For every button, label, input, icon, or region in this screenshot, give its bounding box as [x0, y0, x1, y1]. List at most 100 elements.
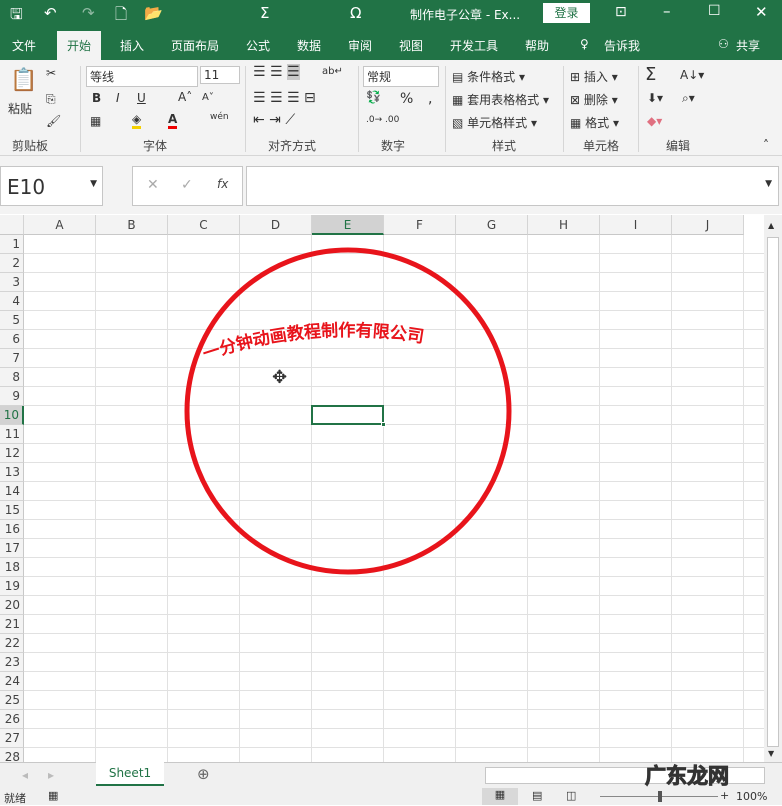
zoom-slider-thumb[interactable]: [658, 791, 662, 802]
new-file-icon[interactable]: 🗋: [115, 4, 127, 29]
paste-icon[interactable]: 📋: [10, 68, 37, 93]
decrease-font-icon[interactable]: A˅: [202, 92, 214, 103]
minimize-button[interactable]: –: [663, 2, 671, 20]
login-button[interactable]: 登录: [543, 3, 590, 23]
row-header[interactable]: 16: [0, 520, 24, 539]
next-sheet-icon[interactable]: ▸: [48, 768, 54, 782]
row-header[interactable]: 28: [0, 748, 24, 762]
tell-me-search[interactable]: 告诉我: [604, 37, 640, 54]
format-table-button[interactable]: ▦ 套用表格格式 ▾: [452, 91, 549, 108]
row-header[interactable]: 22: [0, 634, 24, 653]
tab-home[interactable]: 开始: [57, 31, 102, 63]
cell-styles-button[interactable]: ▧ 单元格样式 ▾: [452, 114, 537, 131]
prev-sheet-icon[interactable]: ◂: [22, 768, 28, 782]
copy-icon[interactable]: ⎘: [46, 92, 56, 107]
row-header[interactable]: 10: [0, 406, 24, 425]
comma-button[interactable]: ,: [428, 91, 432, 107]
find-icon[interactable]: ⌕▾: [682, 91, 695, 106]
bold-button[interactable]: B: [92, 91, 101, 105]
align-left-icon[interactable]: ☰ ☰ ☰ ⊟: [253, 90, 316, 106]
clear-icon[interactable]: ◆▾: [647, 114, 662, 128]
column-header[interactable]: B: [96, 215, 168, 235]
font-name-select[interactable]: 等线: [86, 66, 198, 87]
row-header[interactable]: 2: [0, 254, 24, 273]
selected-cell-e10[interactable]: [311, 405, 386, 427]
column-header[interactable]: F: [384, 215, 456, 235]
vertical-scrollbar[interactable]: ▲ ▼: [764, 215, 782, 762]
row-header[interactable]: 3: [0, 273, 24, 292]
font-color-icon[interactable]: A: [168, 112, 178, 129]
row-header[interactable]: 14: [0, 482, 24, 501]
column-header[interactable]: C: [168, 215, 240, 235]
paste-button[interactable]: 粘贴: [8, 100, 32, 117]
autosum-button[interactable]: Σ: [645, 64, 656, 85]
row-header[interactable]: 4: [0, 292, 24, 311]
row-header[interactable]: 24: [0, 672, 24, 691]
delete-cells-button[interactable]: ⊠ 删除 ▾: [570, 91, 618, 108]
row-header[interactable]: 7: [0, 349, 24, 368]
row-header[interactable]: 9: [0, 387, 24, 406]
currency-icon[interactable]: 💱: [366, 90, 381, 104]
save-icon[interactable]: 🖫: [10, 4, 23, 29]
enter-icon[interactable]: ✓: [181, 177, 193, 193]
row-header[interactable]: 1: [0, 235, 24, 254]
insert-cells-button[interactable]: ⊞ 插入 ▾: [570, 68, 618, 85]
collapse-ribbon-icon[interactable]: ˄: [763, 138, 769, 152]
column-header[interactable]: A: [24, 215, 96, 235]
row-header[interactable]: 5: [0, 311, 24, 330]
maximize-button[interactable]: ☐: [708, 3, 721, 19]
tab-view[interactable]: 视图: [399, 37, 423, 54]
row-header[interactable]: 8: [0, 368, 24, 387]
increase-font-icon[interactable]: A˄: [178, 90, 192, 104]
redo-icon[interactable]: ↷: [82, 4, 95, 22]
row-header[interactable]: 20: [0, 596, 24, 615]
normal-view-icon[interactable]: ▦: [482, 788, 518, 805]
open-icon[interactable]: 📂: [144, 4, 163, 22]
tab-file[interactable]: 文件: [12, 37, 36, 54]
format-cells-button[interactable]: ▦ 格式 ▾: [570, 114, 619, 131]
autosum-icon[interactable]: Σ: [260, 4, 269, 22]
ribbon-display-icon[interactable]: ⊡: [615, 4, 627, 20]
row-header[interactable]: 13: [0, 463, 24, 482]
row-header[interactable]: 17: [0, 539, 24, 558]
insert-function-button[interactable]: fx: [217, 177, 228, 191]
spreadsheet-grid[interactable]: A B C D E F G H I J 1 2 3 4 5 6 7 8 9 10 11 12 13 14 15 16 17 18 19 2…: [0, 215, 764, 762]
tab-help[interactable]: 帮助: [525, 37, 549, 54]
omega-icon[interactable]: Ω: [350, 4, 361, 22]
underline-button[interactable]: U: [137, 91, 146, 105]
row-header[interactable]: 23: [0, 653, 24, 672]
row-header[interactable]: 11: [0, 425, 24, 444]
column-header[interactable]: H: [528, 215, 600, 235]
tab-data[interactable]: 数据: [297, 37, 321, 54]
cut-icon[interactable]: ✂: [46, 66, 56, 80]
sort-filter-icon[interactable]: A↓▾: [680, 68, 704, 82]
formula-input[interactable]: ▼: [246, 166, 779, 206]
add-sheet-icon[interactable]: ⊕: [197, 765, 210, 783]
column-header[interactable]: D: [240, 215, 312, 235]
wrap-text-icon[interactable]: ab↵: [322, 66, 343, 77]
tab-developer[interactable]: 开发工具: [450, 37, 498, 54]
row-header[interactable]: 18: [0, 558, 24, 577]
border-icon[interactable]: ▦: [90, 114, 101, 128]
conditional-format-button[interactable]: ▤ 条件格式 ▾: [452, 68, 525, 85]
cancel-icon[interactable]: ✕: [147, 177, 159, 193]
tab-review[interactable]: 审阅: [348, 37, 372, 54]
row-header[interactable]: 6: [0, 330, 24, 349]
column-header[interactable]: E: [312, 215, 384, 235]
row-header[interactable]: 15: [0, 501, 24, 520]
row-header[interactable]: 21: [0, 615, 24, 634]
column-header[interactable]: G: [456, 215, 528, 235]
decimal-icons[interactable]: .0→ .00: [366, 115, 399, 125]
row-header[interactable]: 26: [0, 710, 24, 729]
row-header[interactable]: 27: [0, 729, 24, 748]
row-header[interactable]: 25: [0, 691, 24, 710]
close-button[interactable]: ✕: [755, 3, 768, 21]
italic-button[interactable]: I: [116, 91, 120, 105]
undo-icon[interactable]: ↶: [44, 4, 57, 22]
tab-page-layout[interactable]: 页面布局: [171, 37, 219, 54]
row-header[interactable]: 19: [0, 577, 24, 596]
tab-insert[interactable]: 插入: [120, 37, 144, 54]
fill-icon[interactable]: ⬇▾: [647, 91, 663, 105]
share-button[interactable]: 共享: [736, 37, 760, 54]
phonetic-icon[interactable]: wén: [210, 112, 229, 122]
